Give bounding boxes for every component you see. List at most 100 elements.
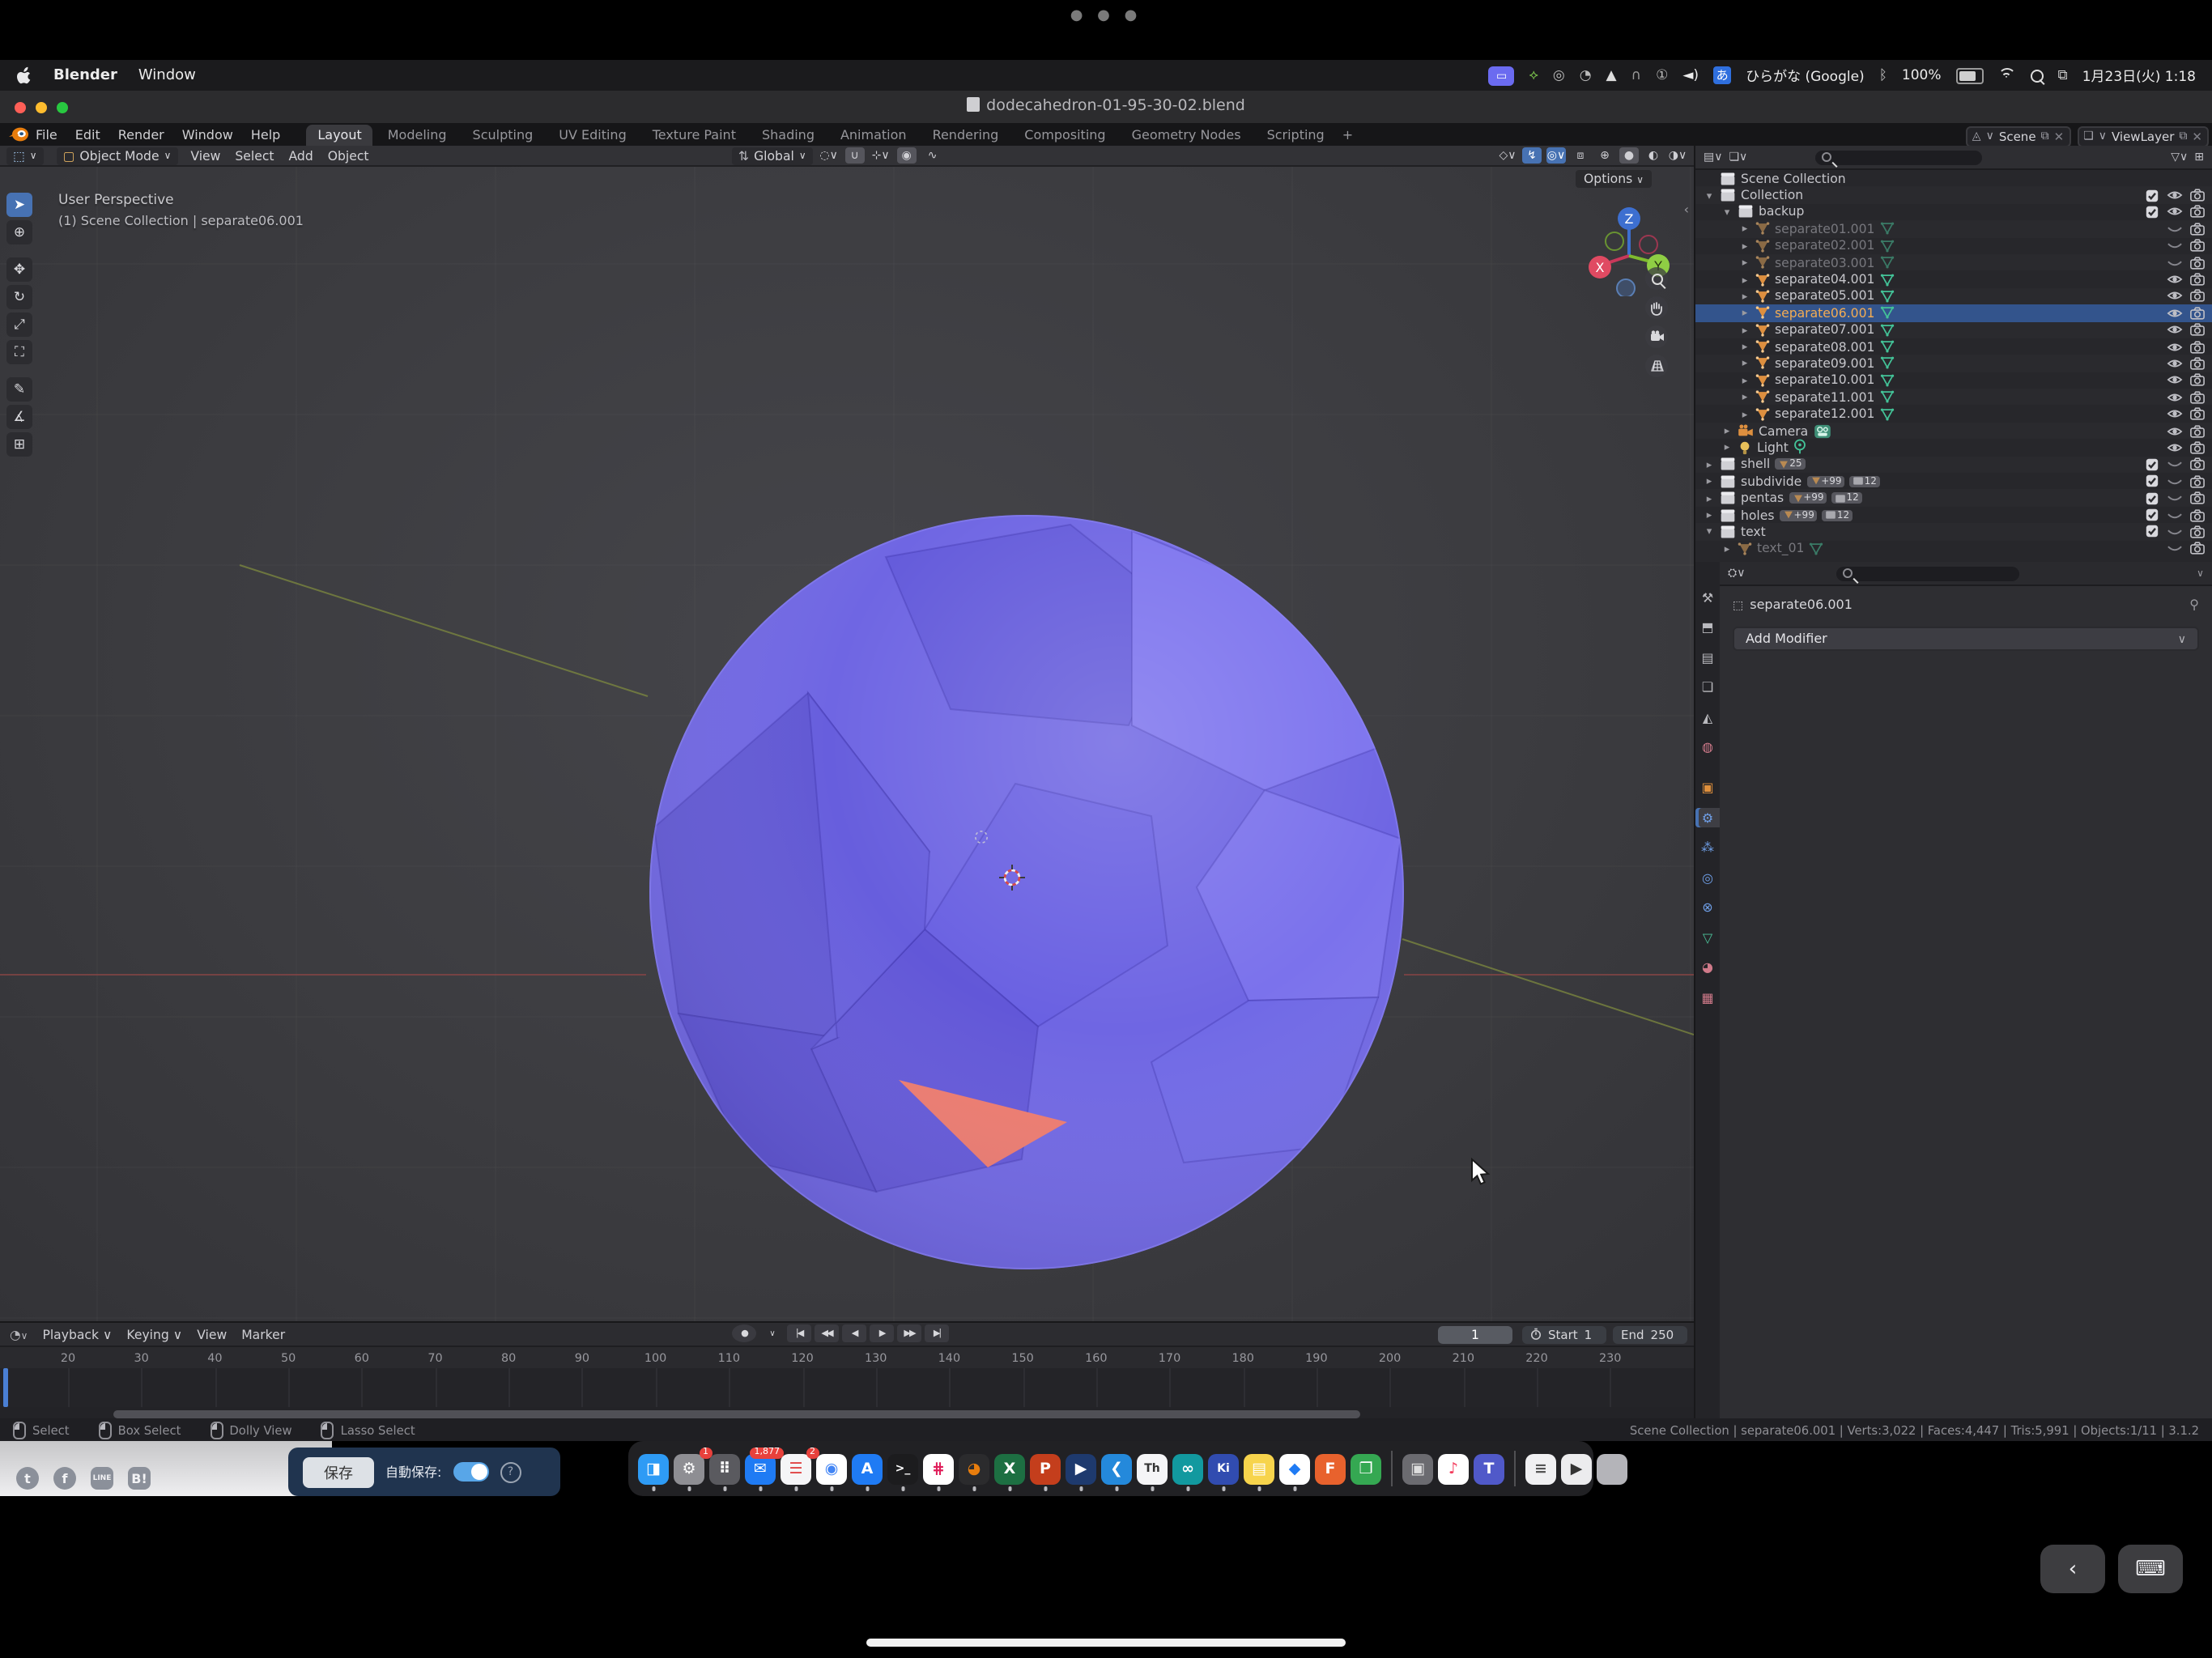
expander-icon[interactable]: ▸ [1739, 374, 1750, 387]
outliner-row-separate08-001[interactable]: ▸separate08.001 [1695, 338, 2212, 355]
outliner-display-mode-button[interactable]: ▤∨ [1704, 151, 1723, 164]
hide-eye-toggle-closed[interactable] [2165, 508, 2183, 522]
expander-icon[interactable]: ▸ [1721, 441, 1733, 454]
outliner-row-separate11-001[interactable]: ▸separate11.001 [1695, 389, 2212, 406]
jump-to-start-button[interactable]: |◀ [787, 1324, 811, 1342]
exclude-checkbox[interactable] [2142, 474, 2160, 487]
keying-set-dropdown[interactable]: ∨ [759, 1324, 784, 1342]
share-line-icon[interactable]: LINE [91, 1467, 113, 1490]
tool-select-box[interactable]: ➤ [6, 193, 32, 217]
properties-tab-scene[interactable]: ◭ [1695, 708, 1720, 727]
expander-icon[interactable]: ▸ [1739, 391, 1750, 404]
properties-search-input[interactable] [1837, 566, 2020, 580]
outliner-row-backup[interactable]: ▾backup [1695, 204, 2212, 221]
proportional-editing-toggle[interactable]: ◉ [897, 147, 917, 164]
ime-mode-label[interactable]: ひらがな (Google) [1746, 66, 1865, 85]
tab-scripting[interactable]: Scripting [1256, 125, 1336, 146]
tool-annotate[interactable]: ✎ [6, 377, 32, 402]
dock-reminders[interactable]: ☰2 [781, 1453, 811, 1484]
hide-eye-toggle[interactable] [2165, 306, 2183, 321]
outliner-row-separate06-001[interactable]: ▸separate06.001 [1695, 304, 2212, 321]
next-keyframe-button[interactable]: ▶▶ [897, 1324, 921, 1342]
expander-icon[interactable]: ▸ [1739, 357, 1750, 370]
properties-tab-output[interactable]: ▤ [1695, 648, 1720, 667]
snap-settings-selector[interactable]: ⊹∨ [871, 147, 891, 164]
outliner-row-scene-collection[interactable]: Scene Collection [1695, 170, 2212, 187]
dock-mp4-file[interactable]: ▶ [1561, 1453, 1592, 1484]
dock-notes[interactable]: ▤ [1244, 1453, 1274, 1484]
expander-icon[interactable]: ▸ [1739, 340, 1750, 353]
apple-menu-icon[interactable] [16, 66, 32, 84]
pan-view-button[interactable] [1645, 296, 1668, 319]
editor-type-button[interactable]: ⬚∨ [6, 147, 44, 164]
help-icon[interactable]: ? [500, 1461, 521, 1482]
expander-icon[interactable]: ▸ [1704, 458, 1715, 471]
outliner-row-collection[interactable]: ▾Collection [1695, 187, 2212, 204]
exclude-checkbox[interactable] [2142, 458, 2160, 471]
viewport-menu-object[interactable]: Object [328, 148, 369, 163]
hide-eye-toggle[interactable] [2165, 390, 2183, 405]
wifi-icon[interactable] [1998, 68, 2016, 83]
hide-eye-toggle-closed[interactable] [2165, 457, 2183, 472]
disable-render-camera-toggle[interactable] [2188, 205, 2206, 219]
expander-icon[interactable]: ▸ [1739, 323, 1750, 336]
tab-texture-paint[interactable]: Texture Paint [641, 125, 747, 146]
alert-icon[interactable]: ① [1656, 67, 1668, 83]
battery-icon[interactable] [1956, 67, 1984, 83]
expander-icon[interactable]: ▸ [1739, 240, 1750, 253]
viewport-menu-select[interactable]: Select [235, 148, 274, 163]
menubar-app-name[interactable]: Blender [53, 67, 117, 83]
disable-render-camera-toggle[interactable] [2188, 457, 2206, 472]
tab-shading[interactable]: Shading [751, 125, 826, 146]
disable-render-camera-toggle[interactable] [2188, 390, 2206, 405]
xray-toggle[interactable]: ⧈ [1571, 147, 1590, 164]
dock-music[interactable]: ♪ [1438, 1453, 1469, 1484]
outliner-row-separate07-001[interactable]: ▸separate07.001 [1695, 321, 2212, 338]
disable-render-camera-toggle[interactable] [2188, 239, 2206, 253]
spotlight-icon[interactable] [2031, 69, 2044, 82]
disable-render-camera-toggle[interactable] [2188, 525, 2206, 539]
keyboard-toggle-button[interactable]: ⌨ [2118, 1545, 2183, 1593]
hide-eye-toggle[interactable] [2165, 373, 2183, 388]
timeline-menu-keying[interactable]: Keying ∨ [126, 1327, 182, 1341]
shading-material-button[interactable]: ◐ [1644, 147, 1663, 164]
properties-tab-physics[interactable]: ◎ [1695, 868, 1720, 887]
remove-viewlayer-icon[interactable]: ✕ [2192, 129, 2202, 143]
hide-eye-toggle-closed[interactable] [2165, 542, 2183, 556]
topbar-menu-file[interactable]: File [36, 127, 57, 142]
expander-icon[interactable]: ▸ [1739, 223, 1750, 236]
tool-cursor[interactable]: ⊕ [6, 220, 32, 244]
ime-input-icon[interactable]: あ [1713, 66, 1731, 84]
exclude-checkbox[interactable] [2142, 206, 2160, 219]
disable-render-camera-toggle[interactable] [2188, 255, 2206, 270]
properties-tab-data[interactable]: ▽ [1695, 928, 1720, 947]
play-button[interactable]: ▶ [870, 1324, 894, 1342]
sidebar-collapse-arrow[interactable]: ‹ [1684, 202, 1689, 217]
properties-tab-world[interactable]: ◍ [1695, 738, 1720, 757]
hide-eye-toggle[interactable] [2165, 188, 2183, 202]
dock-trash[interactable] [1597, 1453, 1627, 1484]
hide-eye-toggle[interactable] [2165, 356, 2183, 371]
status-icon-4[interactable]: ∩ [1631, 67, 1641, 83]
expander-icon[interactable]: ▸ [1739, 407, 1750, 420]
hide-eye-toggle-closed[interactable] [2165, 222, 2183, 236]
topbar-menu-help[interactable]: Help [251, 127, 281, 142]
timeline-menu-playback[interactable]: Playback ∨ [42, 1327, 112, 1341]
dock-blue-play-app[interactable]: ▶ [1066, 1453, 1096, 1484]
new-collection-button[interactable]: ⊞ [2194, 151, 2204, 164]
dock-document-file[interactable]: ≡ [1525, 1453, 1556, 1484]
autosave-toggle[interactable] [453, 1462, 488, 1482]
outliner-row-separate03-001[interactable]: ▸separate03.001 [1695, 254, 2212, 271]
outliner-row-text[interactable]: ▾text [1695, 523, 2212, 540]
pin-id-icon[interactable]: ⚲ [2189, 597, 2199, 612]
timeline-channels[interactable] [0, 1368, 1694, 1407]
properties-tab-render[interactable]: ⬒ [1695, 618, 1720, 637]
hide-eye-toggle[interactable] [2165, 205, 2183, 219]
properties-tab-modifiers[interactable]: ⚙ [1695, 808, 1720, 827]
tool-measure[interactable]: ∡ [6, 405, 32, 429]
hide-eye-toggle-closed[interactable] [2165, 491, 2183, 505]
dock-diamond-app[interactable]: ◆ [1279, 1453, 1310, 1484]
menubar-clock[interactable]: 1月23日(火) 1:18 [2082, 66, 2196, 85]
disable-render-camera-toggle[interactable] [2188, 339, 2206, 354]
dock-parallels[interactable]: ❐ [1351, 1453, 1381, 1484]
